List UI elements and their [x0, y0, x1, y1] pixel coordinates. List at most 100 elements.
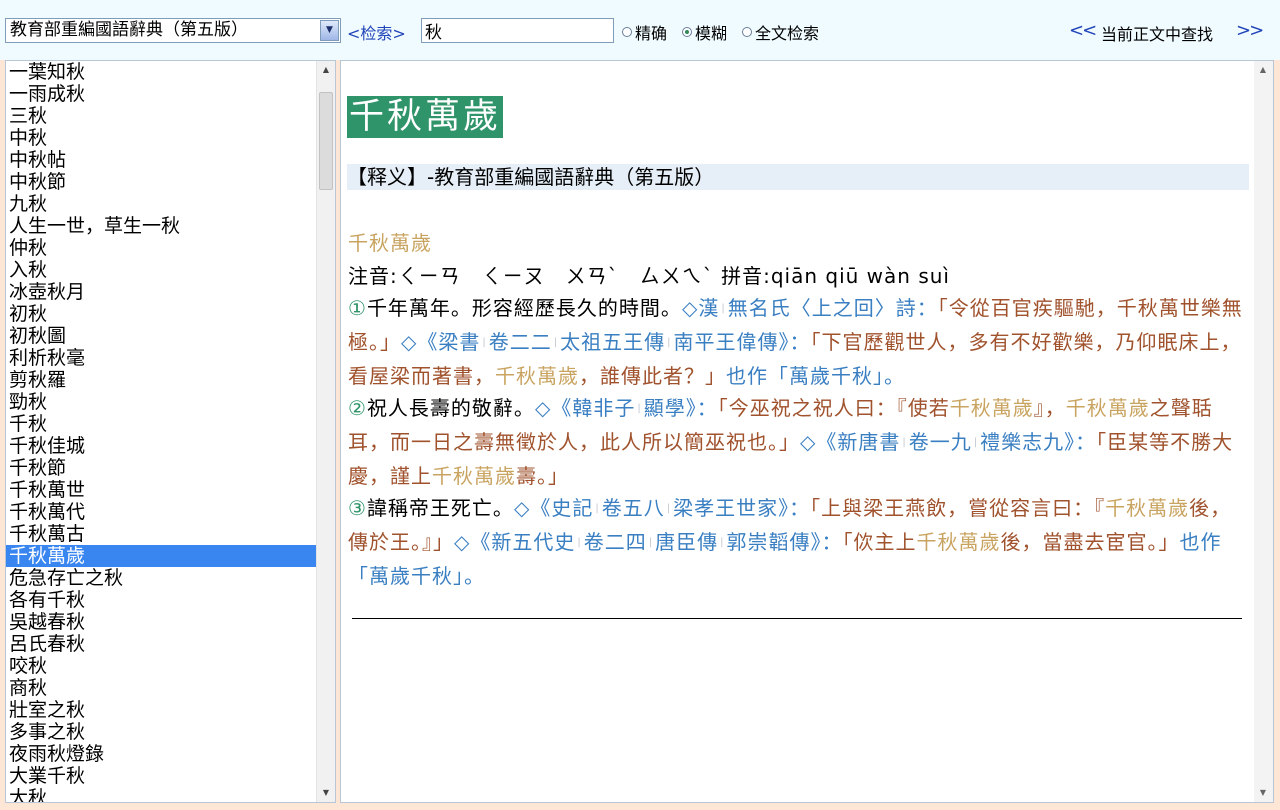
citation-quote: 「上與梁王燕飲，嘗從容言曰：『: [810, 496, 1106, 520]
radio-exact-circle[interactable]: [622, 27, 632, 37]
toolbar: 教育部重編國語辭典（第五版） ▼ <检索> 精确 模糊 全文检索 << 当前正文…: [0, 0, 1280, 60]
citation-source: ◇《梁書: [401, 329, 481, 354]
sense-definition: 祝人長壽的敬辭。: [366, 396, 535, 420]
citation-source: 郭崇韜傳》：: [726, 529, 843, 554]
list-item[interactable]: 各有千秋: [6, 589, 316, 611]
citation-source: 卷一九: [908, 429, 972, 454]
list-item[interactable]: 呂氏春秋: [6, 633, 316, 655]
citation-source: ◇《韓非子: [534, 396, 636, 420]
alternate-form-link[interactable]: 「萬歲千秋」: [348, 564, 464, 588]
list-item[interactable]: 九秋: [6, 193, 316, 215]
sense-definition: 諱稱帝王死亡。: [366, 496, 514, 520]
citation-source: 南平王偉傳》：: [673, 329, 811, 354]
list-item[interactable]: 勁秋: [6, 391, 316, 413]
list-item[interactable]: 入秋: [6, 259, 316, 281]
term-highlight: 千秋萬歲: [949, 396, 1034, 420]
list-item[interactable]: 千秋萬古: [6, 523, 316, 545]
radio-exact-label: 精确: [635, 24, 668, 43]
list-item[interactable]: 中秋帖: [6, 149, 316, 171]
list-item[interactable]: 危急存亡之秋: [6, 567, 316, 589]
alternate-form-link[interactable]: 「萬歲千秋」: [768, 364, 884, 388]
radio-fuzzy-label: 模糊: [695, 24, 728, 43]
sense-1: ①千年萬年。形容經歷長久的時間。◇漢 | 無名氏〈上之回〉詩：「令從百官疾驅馳，千秋…: [348, 296, 1243, 388]
headword: 千秋萬歲: [348, 231, 432, 255]
radio-fulltext-circle[interactable]: [742, 27, 752, 37]
citation-quote: 』，: [1033, 396, 1066, 420]
scrollbar-thumb[interactable]: [319, 92, 333, 190]
also-written-label: 也作: [726, 363, 768, 388]
term-highlight: 千秋萬歲: [1065, 396, 1150, 420]
radio-fuzzy-circle[interactable]: [682, 27, 692, 37]
list-item[interactable]: 一雨成秋: [6, 83, 316, 105]
list-item[interactable]: 冰壺秋月: [6, 281, 316, 303]
citation-source: ◇漢: [681, 296, 720, 320]
find-prev-button[interactable]: <<: [1069, 20, 1097, 41]
term-highlight: 千秋萬歲: [1105, 496, 1190, 520]
list-item[interactable]: 千秋節: [6, 457, 316, 479]
citation-source: 顯學》：: [643, 396, 718, 420]
list-item[interactable]: 仲秋: [6, 237, 316, 259]
find-in-text-label: 当前正文中查找: [1101, 25, 1214, 44]
list-item[interactable]: 利析秋毫: [6, 347, 316, 369]
citation-quote: 壽。」: [516, 463, 569, 488]
also-written-label: 也作: [1179, 529, 1222, 554]
citation-source: ◇《新唐書: [800, 429, 901, 454]
list-item[interactable]: 咬秋: [6, 655, 316, 677]
list-item[interactable]: 大秋: [6, 787, 316, 802]
sense-number: ①: [348, 296, 367, 320]
list-item[interactable]: 多事之秋: [6, 721, 316, 743]
scroll-down-icon[interactable]: ▼: [317, 784, 335, 802]
citation-quote: ，誰傳此者？」: [579, 363, 726, 388]
radio-exact[interactable]: 精确: [622, 22, 668, 43]
citation-source: 卷五八: [601, 496, 665, 520]
definition-scrollbar[interactable]: ▲ ▼: [1254, 61, 1273, 802]
chevron-down-icon[interactable]: ▼: [320, 20, 339, 41]
list-item[interactable]: 夜雨秋燈錄: [6, 743, 316, 765]
list-item[interactable]: 千秋萬代: [6, 501, 316, 523]
list-item[interactable]: 三秋: [6, 105, 316, 127]
citation-source: 唐臣傳: [655, 529, 719, 554]
list-item[interactable]: 千秋萬世: [6, 479, 316, 501]
list-item[interactable]: 吳越春秋: [6, 611, 316, 633]
citation-source: 卷二二: [488, 329, 552, 354]
list-item[interactable]: 初秋圖: [6, 325, 316, 347]
list-item[interactable]: 中秋節: [6, 171, 316, 193]
list-item[interactable]: 商秋: [6, 677, 316, 699]
list-item[interactable]: 千秋佳城: [6, 435, 316, 457]
citation-source: 太祖五王傳: [560, 329, 666, 354]
definition-body: 千秋萬歲 注音:ㄑㄧㄢ ㄑㄧㄡ ㄨㄢˋ ㄙㄨㄟˋ 拼音:qiān qiū wàn…: [348, 227, 1248, 592]
citation-source: 禮樂志九》：: [980, 429, 1097, 454]
list-item[interactable]: 壯室之秋: [6, 699, 316, 721]
pinyin: qiān qiū wàn suì: [770, 263, 950, 288]
word-list-panel: 一葉知秋 一雨成秋 三秋 中秋 中秋帖 中秋節 九秋 人生一世，草生一秋 仲秋 入秋 冰壺秋月 初秋初…: [5, 60, 336, 803]
list-item[interactable]: 千秋: [6, 413, 316, 435]
entry-divider: [352, 618, 1242, 619]
scroll-down-icon[interactable]: ▼: [1254, 784, 1272, 802]
citation-source: 梁孝王世家》：: [673, 496, 811, 520]
list-item[interactable]: 一葉知秋: [6, 61, 316, 83]
scroll-up-icon[interactable]: ▲: [1254, 61, 1272, 79]
dictionary-select-value: 教育部重編國語辭典（第五版）: [10, 20, 248, 40]
sense-3: ③諱稱帝王死亡。◇《史記 | 卷五八 | 梁孝王世家》：「上與梁王燕飲，嘗從容言曰：『千…: [348, 496, 1232, 588]
sentence-end: 。: [884, 363, 905, 388]
sentence-end: 。: [464, 563, 485, 588]
find-next-button[interactable]: >>: [1236, 20, 1264, 41]
dictionary-select[interactable]: 教育部重編國語辭典（第五版） ▼: [5, 18, 341, 43]
word-list-scrollbar[interactable]: ▲ ▼: [316, 61, 335, 802]
radio-fuzzy[interactable]: 模糊: [682, 22, 728, 43]
pronunciation-line: 注音:ㄑㄧㄢ ㄑㄧㄡ ㄨㄢˋ ㄙㄨㄟˋ 拼音:qiān qiū wàn suì: [348, 260, 1248, 293]
search-link[interactable]: <检索>: [347, 20, 406, 44]
scroll-up-icon[interactable]: ▲: [317, 61, 335, 79]
list-item[interactable]: 大業千秋: [6, 765, 316, 787]
list-item[interactable]: 初秋: [6, 303, 316, 325]
citation-source: ◇《史記: [513, 496, 594, 520]
list-item[interactable]: 人生一世，草生一秋: [6, 215, 316, 237]
search-input[interactable]: [421, 18, 614, 43]
list-item[interactable]: 千秋萬歲: [6, 545, 316, 567]
term-highlight: 千秋萬歲: [495, 363, 579, 388]
radio-fulltext[interactable]: 全文检索: [742, 22, 819, 43]
list-item[interactable]: 剪秋羅: [6, 369, 316, 391]
definition-source-bar: 【释义】-教育部重編國語辭典（第五版）: [347, 164, 1249, 190]
list-item[interactable]: 中秋: [6, 127, 316, 149]
entry-title: 千秋萬歲: [347, 96, 504, 138]
